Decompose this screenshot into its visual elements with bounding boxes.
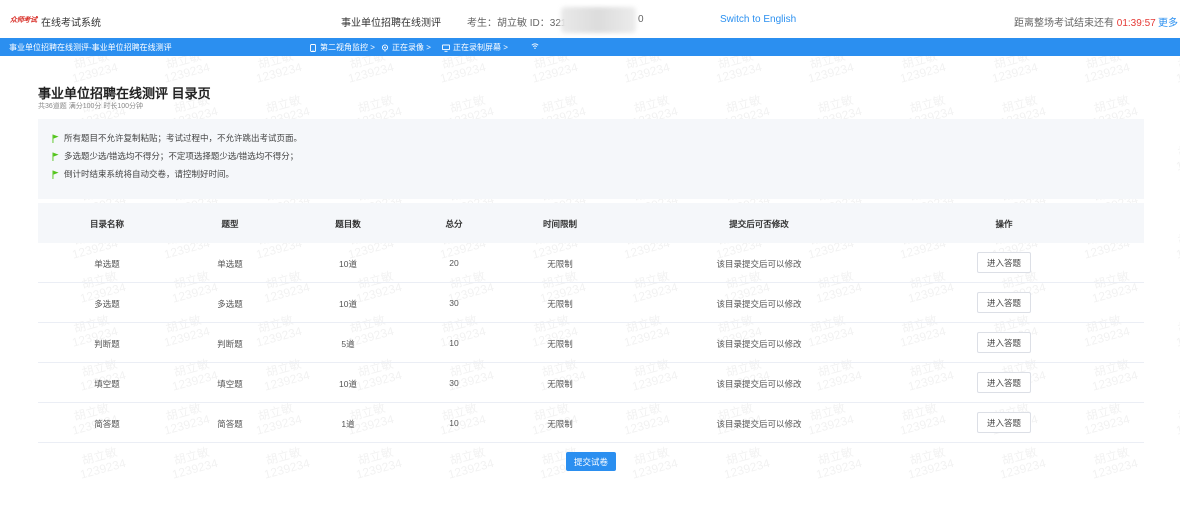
cell-type: 单选题	[217, 259, 243, 269]
more-link[interactable]: 更多	[1158, 14, 1178, 29]
table-header: 目录名称 题型 题目数 总分 时间限制 提交后可否修改 操作	[38, 203, 1144, 243]
cell-time-limit: 无限制	[547, 339, 573, 349]
column-header-score: 总分	[445, 219, 463, 229]
column-header-action: 操作	[995, 219, 1013, 229]
exam-title: 事业单位招聘在线测评	[341, 18, 441, 29]
cell-time-limit: 无限制	[547, 419, 573, 429]
column-header-name: 目录名称	[89, 219, 125, 229]
table-row: 多选题 多选题 10道 30 无限制 该目录提交后可以修改 进入答题	[38, 283, 1144, 323]
wifi-icon	[531, 43, 539, 49]
camera-icon	[381, 43, 389, 52]
cell-name: 单选题	[94, 259, 120, 269]
cell-type: 多选题	[217, 299, 243, 309]
language-switch-link[interactable]: Switch to English	[720, 14, 796, 25]
recording-label: 正在录像 >	[392, 43, 431, 52]
cell-count: 5道	[341, 339, 355, 349]
catalog-table: 目录名称 题型 题目数 总分 时间限制 提交后可否修改 操作 单选题 单选题 1…	[38, 203, 1144, 443]
candidate-id-tail: 0	[638, 14, 644, 25]
monitor-icon	[442, 44, 450, 52]
cell-type: 填空题	[217, 379, 243, 389]
enter-answer-button[interactable]: 进入答题	[977, 332, 1031, 353]
status-bar: 事业单位招聘在线测评-事业单位招聘在线测评 第二视角监控 > 正在录像 > 正在…	[0, 38, 1180, 56]
phone-icon	[310, 43, 316, 52]
cell-count: 10道	[339, 259, 357, 269]
cell-score: 30	[449, 298, 459, 308]
enter-answer-button[interactable]: 进入答题	[977, 372, 1031, 393]
cell-name: 多选题	[94, 299, 120, 309]
countdown-time: 01:39:57	[1116, 18, 1156, 29]
cell-type: 判断题	[217, 339, 243, 349]
flag-icon	[52, 170, 59, 179]
system-name: 在线考试系统	[41, 18, 101, 29]
cell-score: 20	[449, 258, 459, 268]
cell-score: 10	[449, 338, 459, 348]
screen-recording-status[interactable]: 正在录制屏幕 >	[442, 42, 508, 53]
notice-item: 所有题目不允许复制粘贴；考试过程中，不允许跳出考试页面。	[52, 132, 302, 144]
column-header-time-limit: 时间限制	[542, 219, 578, 229]
top-header: 众师考试 在线考试系统 事业单位招聘在线测评 考生：胡立敏 ID：321 0 S…	[0, 0, 1180, 38]
second-view-label: 第二视角监控 >	[320, 43, 375, 52]
flag-icon	[52, 134, 59, 143]
recording-status[interactable]: 正在录像 >	[381, 42, 431, 53]
countdown: 距离整场考试结束还有 01:39:57	[1014, 14, 1156, 29]
breadcrumb: 事业单位招聘在线测评-事业单位招聘在线测评	[9, 43, 172, 52]
cell-name: 填空题	[94, 379, 120, 389]
notice-item: 倒计时结束系统将自动交卷，请控制好时间。	[52, 168, 234, 180]
network-status[interactable]	[531, 42, 539, 50]
column-header-count: 题目数	[335, 219, 361, 229]
cell-modifiable: 该目录提交后可以修改	[716, 299, 802, 309]
cell-name: 判断题	[94, 339, 120, 349]
notice-text: 所有题目不允许复制粘贴；考试过程中，不允许跳出考试页面。	[64, 133, 303, 143]
notice-text: 多选题少选/错选均不得分；不定项选择题少选/错选均不得分；	[64, 151, 299, 161]
candidate-info: 考生：胡立敏 ID：321	[467, 18, 567, 29]
cell-modifiable: 该目录提交后可以修改	[716, 339, 802, 349]
flag-icon	[52, 152, 59, 161]
cell-modifiable: 该目录提交后可以修改	[716, 419, 802, 429]
cell-type: 简答题	[217, 419, 243, 429]
notice-text: 倒计时结束系统将自动交卷，请控制好时间。	[64, 169, 235, 179]
cell-count: 10道	[339, 299, 357, 309]
cell-time-limit: 无限制	[547, 259, 573, 269]
cell-score: 30	[449, 378, 459, 388]
column-header-modifiable: 提交后可否修改	[729, 219, 789, 229]
enter-answer-button[interactable]: 进入答题	[977, 292, 1031, 313]
main-content: 事业单位招聘在线测评 目录页 共36道题 满分100分 时长100分钟 所有题目…	[0, 56, 1180, 516]
page-subtitle: 共36道题 满分100分 时长100分钟	[38, 103, 144, 110]
cell-modifiable: 该目录提交后可以修改	[716, 379, 802, 389]
table-row: 单选题 单选题 10道 20 无限制 该目录提交后可以修改 进入答题	[38, 243, 1144, 283]
cell-modifiable: 该目录提交后可以修改	[716, 259, 802, 269]
column-header-type: 题型	[221, 219, 239, 229]
screen-recording-label: 正在录制屏幕 >	[453, 43, 508, 52]
cell-name: 简答题	[94, 419, 120, 429]
cell-count: 1道	[341, 419, 355, 429]
countdown-label: 距离整场考试结束还有	[1014, 18, 1114, 29]
notice-item: 多选题少选/错选均不得分；不定项选择题少选/错选均不得分；	[52, 150, 298, 162]
cell-time-limit: 无限制	[547, 299, 573, 309]
enter-answer-button[interactable]: 进入答题	[977, 412, 1031, 433]
page-title: 事业单位招聘在线测评 目录页	[38, 86, 211, 101]
enter-answer-button[interactable]: 进入答题	[977, 252, 1031, 273]
cell-score: 10	[449, 418, 459, 428]
cell-count: 10道	[339, 379, 357, 389]
second-view-monitor-status[interactable]: 第二视角监控 >	[309, 42, 375, 53]
cell-time-limit: 无限制	[547, 379, 573, 389]
brand-logo: 众师考试	[10, 17, 37, 24]
table-row: 判断题 判断题 5道 10 无限制 该目录提交后可以修改 进入答题	[38, 323, 1144, 363]
table-row: 简答题 简答题 1道 10 无限制 该目录提交后可以修改 进入答题	[38, 403, 1144, 443]
notice-panel: 所有题目不允许复制粘贴；考试过程中，不允许跳出考试页面。 多选题少选/错选均不得…	[38, 119, 1144, 199]
table-row: 填空题 填空题 10道 30 无限制 该目录提交后可以修改 进入答题	[38, 363, 1144, 403]
redacted-id	[561, 7, 636, 33]
submit-exam-button[interactable]: 提交试卷	[566, 452, 616, 471]
